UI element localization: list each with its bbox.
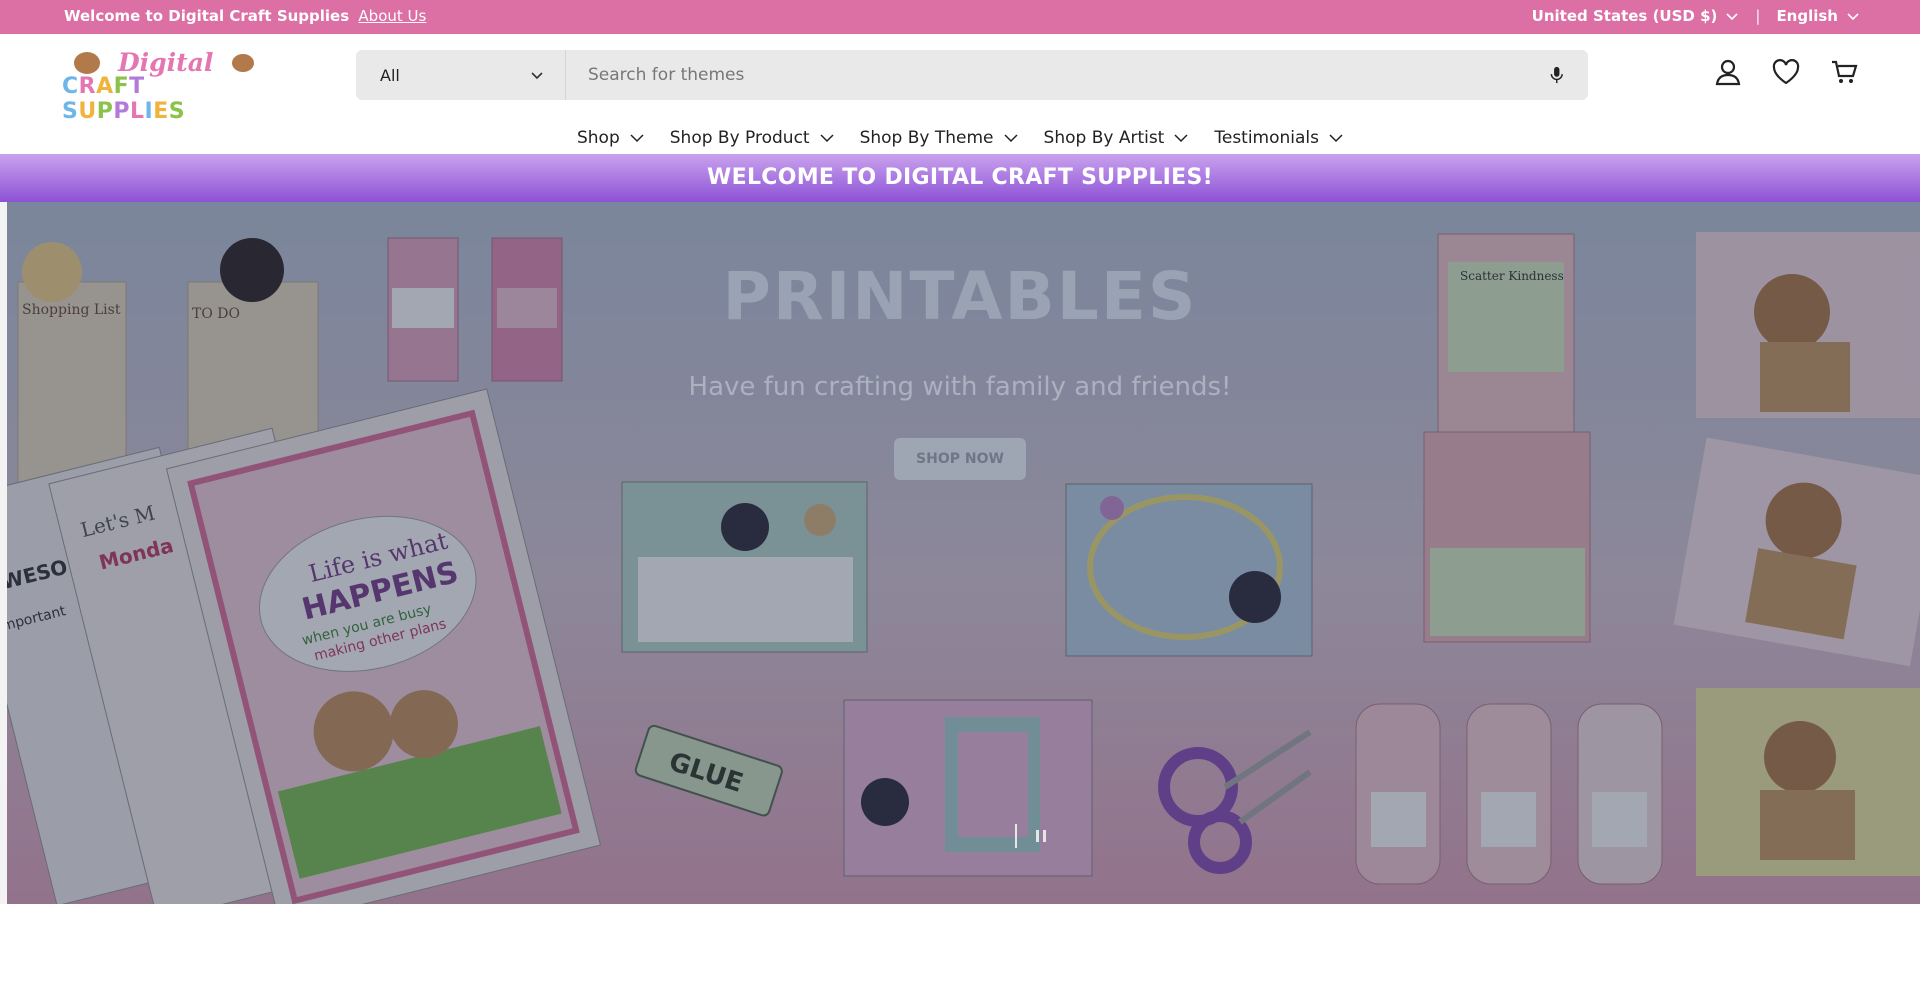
chevron-down-icon	[1847, 13, 1859, 21]
chevron-down-icon	[1174, 134, 1188, 143]
slideshow-pause-icon[interactable]	[1014, 822, 1054, 850]
separator: |	[1755, 7, 1761, 25]
nav-label: Shop By Artist	[1043, 128, 1165, 148]
logo-line2: CRAFT SUPPLIES	[62, 74, 237, 124]
nav-item-shop-by-product[interactable]: Shop By Product	[670, 122, 834, 154]
microphone-icon[interactable]	[1546, 64, 1568, 86]
chevron-down-icon	[1726, 13, 1738, 21]
nav-item-shop-by-artist[interactable]: Shop By Artist	[1044, 122, 1189, 154]
announcement-bar: Welcome to Digital Craft Supplies About …	[0, 0, 1920, 34]
page-content-below	[0, 904, 1920, 993]
search-bar: All	[356, 50, 1588, 100]
search-category-select[interactable]: All	[356, 50, 566, 100]
chevron-down-icon	[531, 72, 543, 80]
shop-now-button[interactable]: SHOP NOW	[894, 438, 1026, 480]
language-selector[interactable]: English	[1776, 7, 1860, 25]
about-us-link[interactable]: About Us	[358, 7, 426, 25]
heart-icon[interactable]	[1770, 56, 1802, 88]
bear-logo-icon	[74, 52, 100, 74]
account-icon[interactable]	[1712, 56, 1744, 88]
language-label: English	[1776, 7, 1838, 25]
site-header: Digital CRAFT SUPPLIES All Shop Shop By …	[0, 34, 1920, 154]
chevron-down-icon	[630, 134, 644, 143]
welcome-banner: WELCOME TO DIGITAL CRAFT SUPPLIES!	[0, 154, 1920, 202]
header-icons	[1712, 56, 1860, 88]
nav-label: Shop By Theme	[859, 128, 994, 148]
hero-title: PRINTABLES	[722, 258, 1198, 335]
nav-item-testimonials[interactable]: Testimonials	[1214, 122, 1343, 154]
bear-logo-icon	[232, 54, 254, 72]
chevron-down-icon	[1329, 134, 1343, 143]
nav-label: Shop By Product	[669, 128, 810, 148]
announcement-left: Welcome to Digital Craft Supplies About …	[64, 7, 426, 25]
hero-slideshow: Shopping List TO DO AWESO Important Let'…	[0, 202, 1920, 904]
chevron-down-icon	[1004, 134, 1018, 143]
search-input[interactable]	[586, 64, 1547, 86]
logo-line1: Digital	[118, 48, 214, 77]
search-field	[566, 50, 1588, 100]
locale-selectors: United States (USD $) | English	[1532, 7, 1860, 25]
search-category-value: All	[380, 65, 400, 85]
nav-item-shop-by-theme[interactable]: Shop By Theme	[860, 122, 1018, 154]
hero-subtitle: Have fun crafting with family and friend…	[688, 372, 1232, 402]
cart-icon[interactable]	[1828, 56, 1860, 88]
chevron-down-icon	[820, 134, 834, 143]
nav-item-shop[interactable]: Shop	[577, 122, 644, 154]
nav-label: Testimonials	[1214, 128, 1320, 148]
welcome-text: Welcome to Digital Craft Supplies	[64, 7, 350, 25]
site-logo[interactable]: Digital CRAFT SUPPLIES	[62, 48, 254, 124]
logo-line2-text: CRAFT SUPPLIES	[62, 74, 186, 124]
currency-label: United States (USD $)	[1531, 7, 1718, 25]
main-navigation: Shop Shop By Product Shop By Theme Shop …	[0, 122, 1920, 154]
currency-selector[interactable]: United States (USD $)	[1532, 7, 1740, 25]
nav-label: Shop	[576, 128, 620, 148]
